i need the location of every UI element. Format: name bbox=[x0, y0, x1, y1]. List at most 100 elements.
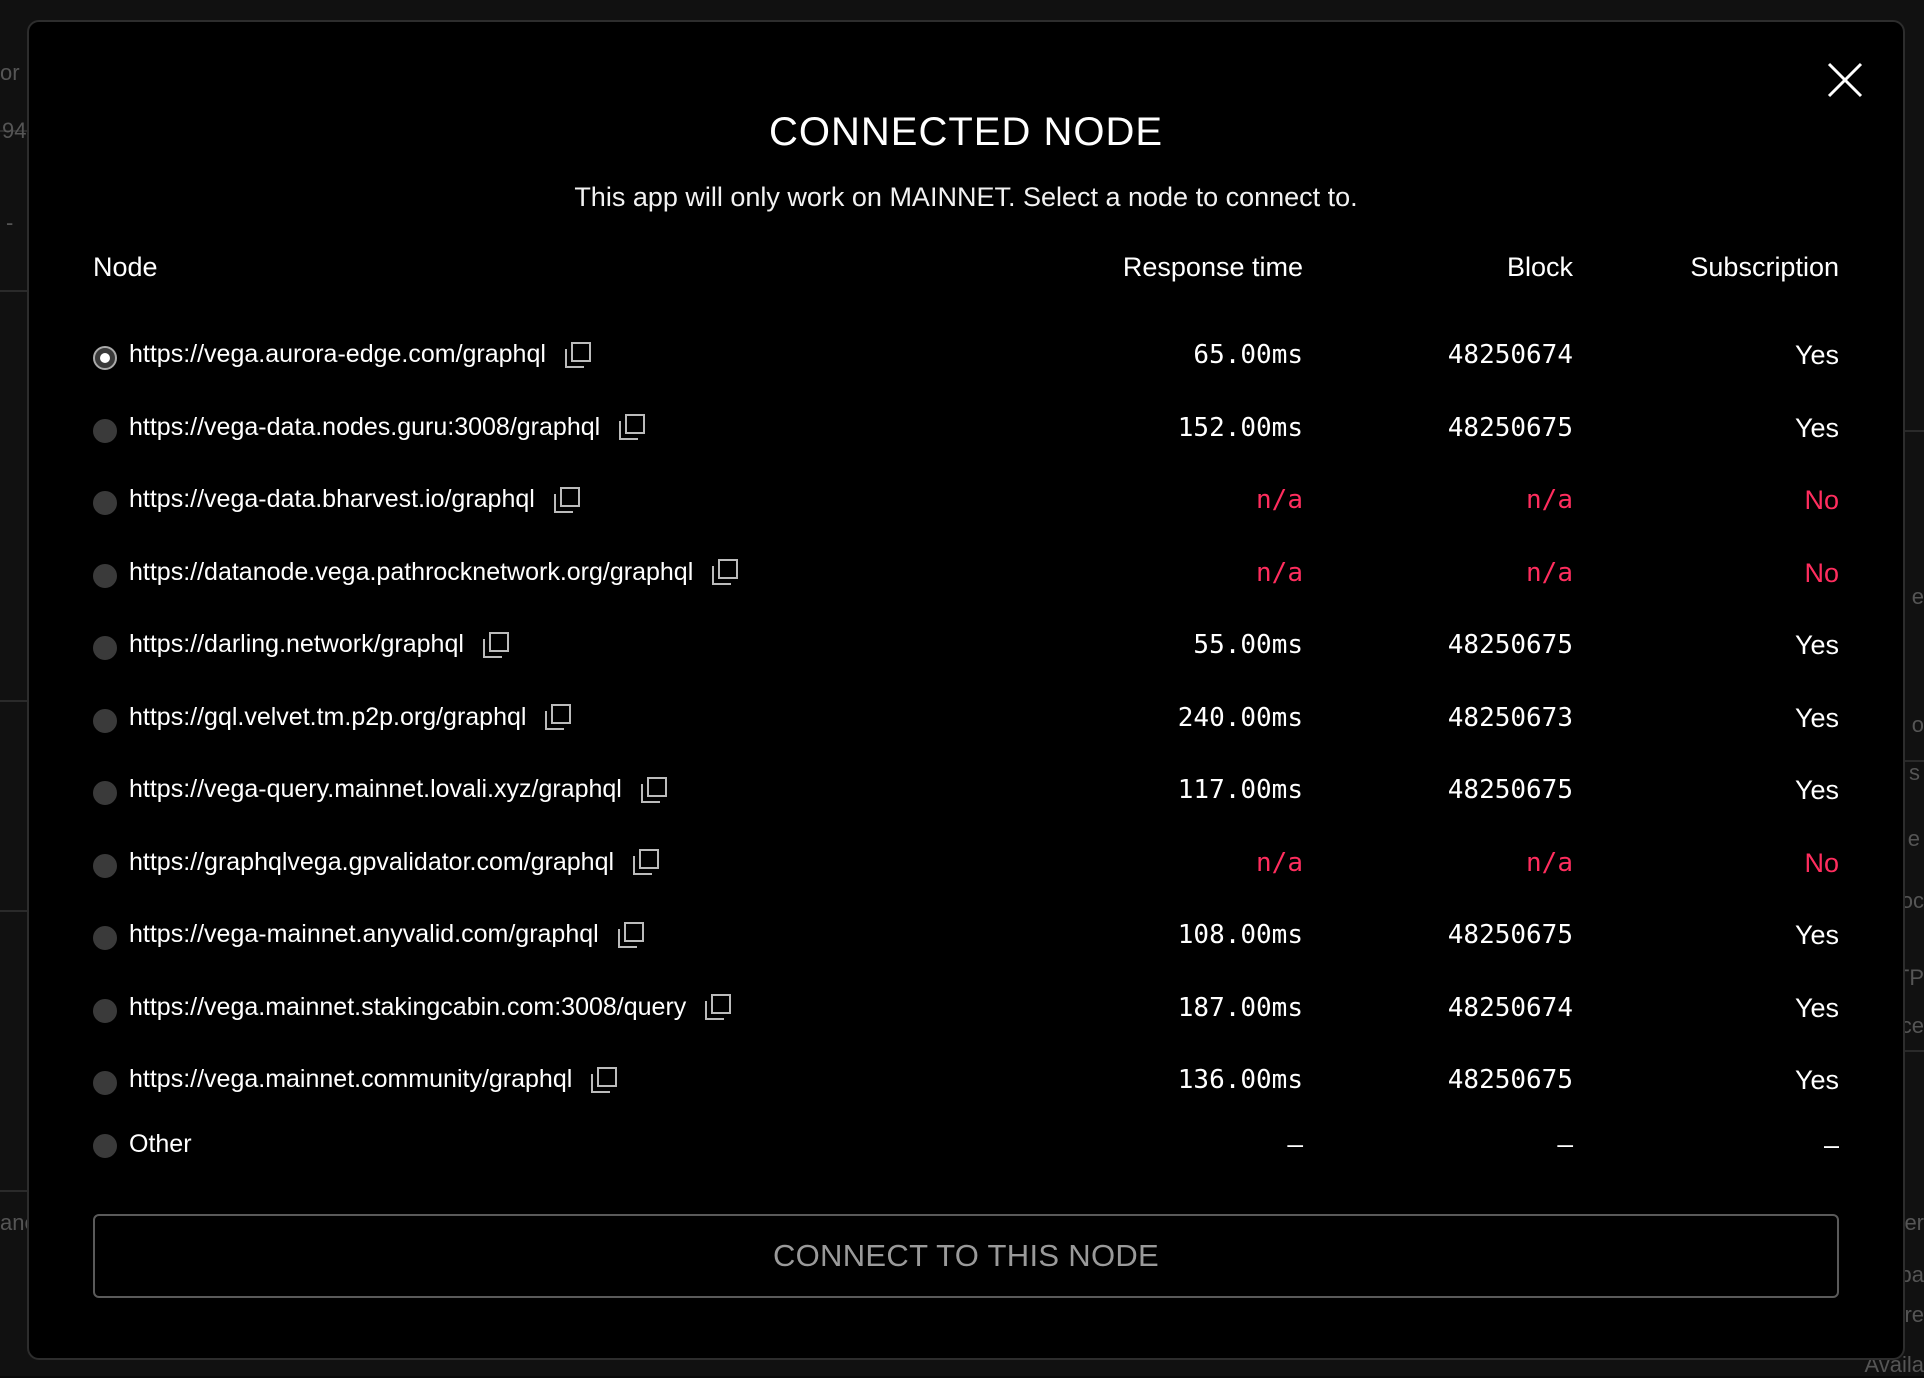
copy-icon[interactable] bbox=[482, 631, 510, 659]
node-block: 48250675 bbox=[1447, 920, 1573, 950]
node-block: n/a bbox=[1526, 557, 1573, 588]
node-url: https://vega.aurora-edge.com/graphql bbox=[129, 340, 546, 368]
node-radio[interactable] bbox=[93, 1133, 117, 1158]
node-block: 48250674 bbox=[1447, 340, 1573, 370]
node-radio[interactable] bbox=[93, 346, 117, 370]
node-row[interactable]: https://darling.network/graphql 55.00ms 48… bbox=[93, 612, 1839, 685]
node-url: https://gql.velvet.tm.p2p.org/graphql bbox=[129, 702, 527, 731]
background-divider bbox=[0, 290, 30, 292]
node-response-time: n/a bbox=[1256, 485, 1303, 515]
background-text: e bbox=[1907, 826, 1920, 851]
node-row[interactable]: https://vega-query.mainnet.lovali.xyz/gr… bbox=[93, 757, 1839, 830]
copy-icon[interactable] bbox=[553, 486, 581, 514]
node-subscription: Yes bbox=[1794, 1065, 1839, 1095]
node-block: 48250675 bbox=[1447, 775, 1573, 805]
background-text: s bbox=[1909, 760, 1920, 785]
node-response-time: 65.00ms bbox=[1193, 340, 1303, 370]
node-row[interactable]: https://vega-data.nodes.guru:3008/graphq… bbox=[93, 395, 1839, 468]
dialog-subtitle: This app will only work on MAINNET. Sele… bbox=[574, 182, 1358, 212]
node-row[interactable]: https://datanode.vega.pathrocknetwork.or… bbox=[93, 540, 1839, 613]
node-response-time: 152.00ms bbox=[1177, 412, 1303, 443]
copy-icon[interactable] bbox=[711, 558, 739, 586]
node-response-time: n/a bbox=[1256, 557, 1303, 588]
node-block: 48250675 bbox=[1447, 412, 1573, 443]
copy-icon[interactable] bbox=[590, 1066, 618, 1094]
node-url-group: https://graphqlvega.gpvalidator.com/grap… bbox=[129, 848, 660, 877]
node-block: n/a bbox=[1526, 485, 1573, 515]
node-response-time: 240.00ms bbox=[1177, 702, 1303, 733]
node-row[interactable]: https://vega.aurora-edge.com/graphql 65.0… bbox=[93, 322, 1839, 395]
column-header-node: Node bbox=[93, 252, 158, 282]
node-row[interactable]: https://graphqlvega.gpvalidator.com/grap… bbox=[93, 830, 1839, 903]
node-radio[interactable] bbox=[93, 1071, 117, 1095]
background-text: er bbox=[1904, 1210, 1924, 1235]
connected-node-dialog: CONNECTED NODE This app will only work o… bbox=[27, 20, 1905, 1360]
node-url-group: https://gql.velvet.tm.p2p.org/graphql bbox=[129, 703, 572, 732]
node-url-group: https://datanode.vega.pathrocknetwork.or… bbox=[129, 558, 739, 587]
node-block: 48250675 bbox=[1447, 1065, 1573, 1095]
node-url-group: https://darling.network/graphql bbox=[129, 630, 510, 659]
node-subscription: No bbox=[1804, 847, 1839, 878]
copy-icon[interactable] bbox=[544, 703, 572, 731]
node-radio[interactable] bbox=[93, 563, 117, 588]
node-subscription: Yes bbox=[1794, 630, 1839, 660]
node-radio[interactable] bbox=[93, 781, 117, 805]
node-radio[interactable] bbox=[93, 853, 117, 878]
node-radio[interactable] bbox=[93, 418, 117, 443]
node-url: https://vega.mainnet.stakingcabin.com:30… bbox=[129, 992, 687, 1021]
node-radio[interactable] bbox=[93, 926, 117, 950]
background-divider bbox=[0, 700, 30, 702]
node-row[interactable]: https://gql.velvet.tm.p2p.org/graphql 240… bbox=[93, 685, 1839, 758]
node-subscription: Yes bbox=[1794, 412, 1839, 443]
node-url-group: https://vega-query.mainnet.lovali.xyz/gr… bbox=[129, 775, 668, 804]
node-subscription: No bbox=[1804, 485, 1839, 515]
background-text: e bbox=[1911, 584, 1924, 609]
copy-icon[interactable] bbox=[640, 776, 668, 804]
node-row-other[interactable]: Other – – – bbox=[93, 1120, 1839, 1188]
background-text: re bbox=[1904, 1302, 1924, 1327]
node-url: https://vega-data.nodes.guru:3008/graphq… bbox=[129, 412, 601, 441]
background-divider bbox=[0, 910, 30, 912]
background-text: 94 bbox=[2, 118, 27, 143]
node-url: https://datanode.vega.pathrocknetwork.or… bbox=[129, 557, 694, 586]
node-subscription: No bbox=[1804, 557, 1839, 588]
node-radio[interactable] bbox=[93, 998, 117, 1023]
node-row[interactable]: https://vega-data.bharvest.io/graphql n/a… bbox=[93, 467, 1839, 540]
copy-icon[interactable] bbox=[704, 993, 732, 1021]
node-list: https://vega.aurora-edge.com/graphql 65.0… bbox=[93, 322, 1839, 1188]
copy-icon[interactable] bbox=[632, 848, 660, 876]
close-button[interactable] bbox=[1823, 58, 1867, 102]
node-url-group: https://vega-data.bharvest.io/graphql bbox=[129, 485, 581, 514]
node-block: 48250675 bbox=[1447, 630, 1573, 660]
background-text: o bbox=[1911, 712, 1924, 737]
node-response-time: – bbox=[1287, 1129, 1303, 1160]
node-url-group: https://vega.mainnet.stakingcabin.com:30… bbox=[129, 993, 732, 1022]
connect-button[interactable]: CONNECT TO THIS NODE bbox=[93, 1214, 1839, 1298]
node-url: https://vega-data.bharvest.io/graphql bbox=[129, 485, 535, 513]
node-response-time: 55.00ms bbox=[1193, 630, 1303, 660]
table-header: Node Response time Block Subscription bbox=[93, 252, 1839, 292]
node-subscription: Yes bbox=[1794, 920, 1839, 950]
node-block: 48250673 bbox=[1447, 702, 1573, 733]
node-radio[interactable] bbox=[93, 636, 117, 660]
node-subscription: Yes bbox=[1794, 775, 1839, 805]
dialog-title: CONNECTED NODE bbox=[768, 110, 1164, 154]
node-row[interactable]: https://vega.mainnet.stakingcabin.com:30… bbox=[93, 975, 1839, 1048]
node-row[interactable]: https://vega.mainnet.community/graphql 13… bbox=[93, 1047, 1839, 1120]
node-response-time: 187.00ms bbox=[1177, 992, 1303, 1023]
node-url: https://vega.mainnet.community/graphql bbox=[129, 1065, 573, 1093]
node-block: n/a bbox=[1526, 847, 1573, 878]
copy-icon[interactable] bbox=[618, 413, 646, 441]
copy-icon[interactable] bbox=[564, 341, 592, 369]
background-text: - bbox=[6, 210, 14, 235]
node-subscription: – bbox=[1823, 1129, 1839, 1160]
node-response-time: 108.00ms bbox=[1177, 920, 1303, 950]
node-row[interactable]: https://vega-mainnet.anyvalid.com/graphq… bbox=[93, 902, 1839, 975]
node-url: https://graphqlvega.gpvalidator.com/grap… bbox=[129, 847, 615, 876]
node-subscription: Yes bbox=[1794, 702, 1839, 733]
copy-icon[interactable] bbox=[617, 921, 645, 949]
node-radio[interactable] bbox=[93, 491, 117, 515]
background-divider bbox=[0, 1190, 30, 1192]
node-url: https://vega-mainnet.anyvalid.com/graphq… bbox=[129, 920, 599, 948]
node-radio[interactable] bbox=[93, 708, 117, 733]
